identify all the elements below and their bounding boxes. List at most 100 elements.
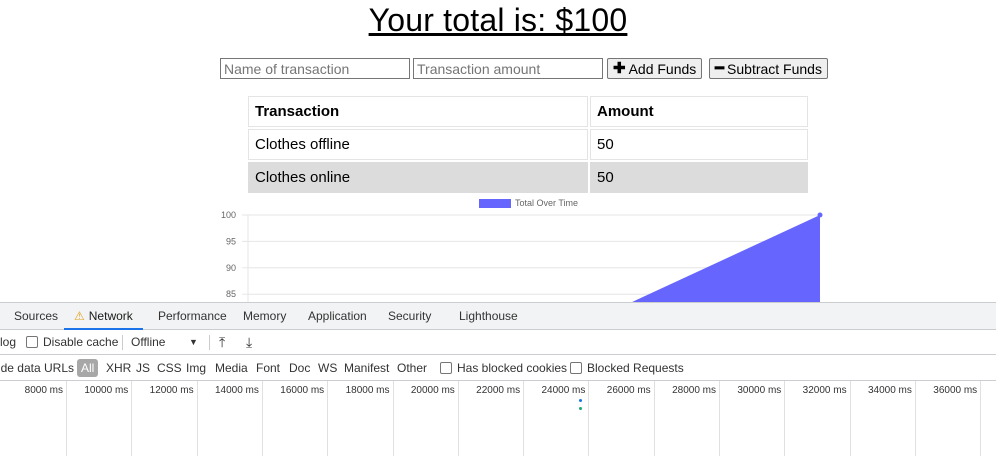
timeline-tick — [980, 381, 982, 456]
add-funds-button[interactable]: ✚ Add Funds — [607, 58, 703, 79]
table-header-row: Transaction Amount — [248, 96, 808, 127]
filter-font[interactable]: Font — [256, 356, 280, 381]
tab-network-label: Network — [88, 309, 133, 323]
timeline-tick-label: 22000 ms — [476, 385, 521, 396]
timeline-tick-label: 36000 ms — [933, 385, 978, 396]
plus-icon: ✚ — [613, 60, 626, 77]
transaction-amount-cell: 50 — [590, 129, 808, 160]
timeline-tick-label: 28000 ms — [672, 385, 716, 396]
minus-icon: ━ — [715, 60, 725, 77]
hide-data-urls-text: Hide data URLs — [0, 361, 74, 375]
subtract-funds-label: Subtract Funds — [727, 60, 822, 77]
timeline-tick-label: 30000 ms — [737, 385, 782, 396]
timeline-tick — [457, 381, 459, 456]
timeline-tick — [392, 381, 394, 456]
timeline-tick-label: 14000 ms — [214, 385, 259, 396]
timeline-tick — [914, 381, 916, 456]
filter-css[interactable]: CSS — [157, 356, 182, 381]
filter-media[interactable]: Media — [215, 356, 248, 381]
chevron-down-icon[interactable]: ▼ — [189, 330, 198, 355]
transaction-name-cell: Clothes online — [248, 162, 588, 193]
tab-security[interactable]: Security — [386, 303, 433, 330]
filter-img[interactable]: Img — [186, 356, 206, 381]
timeline-tick — [588, 381, 590, 456]
tab-performance[interactable]: Performance — [156, 303, 229, 330]
tab-memory[interactable]: Memory — [241, 303, 288, 330]
timeline-tick — [131, 381, 133, 456]
timeline-tick — [653, 381, 655, 456]
tab-application[interactable]: Application — [306, 303, 369, 330]
transaction-amount-input[interactable] — [413, 58, 603, 79]
filter-all[interactable]: All — [77, 359, 99, 377]
tab-sources[interactable]: Sources — [12, 303, 60, 330]
throttling-select[interactable]: Offline — [131, 330, 165, 355]
preserve-log-label: log — [0, 335, 17, 349]
devtools-tab-bar: Sources ⚠ Network Performance Memory Appl… — [0, 303, 996, 330]
filter-ws[interactable]: WS — [318, 356, 337, 381]
throttling-value: Offline — [131, 335, 166, 349]
chart-svg: Total Over Time 85 90 95 100 — [221, 198, 823, 303]
timeline-tick-label: 24000 ms — [541, 385, 586, 396]
blocked-requests-checkbox[interactable] — [570, 362, 582, 374]
timeline-tick — [784, 381, 786, 456]
request-marker — [579, 399, 582, 402]
column-header: Amount — [590, 96, 808, 127]
warning-icon: ⚠ — [74, 309, 85, 323]
timeline-tick-label: 32000 ms — [802, 385, 847, 396]
timeline-tick-label: 8000 ms — [24, 385, 63, 396]
timeline-tick-label: 18000 ms — [345, 385, 390, 396]
timeline-tick-label: 10000 ms — [84, 385, 129, 396]
table-row: Clothes online 50 — [248, 162, 808, 193]
timeline-tick — [719, 381, 720, 456]
disable-cache-checkbox[interactable] — [26, 336, 38, 348]
disable-cache-label: Disable cache — [43, 335, 119, 349]
toolbar-divider — [122, 335, 123, 350]
transaction-amount-cell: 50 — [590, 162, 808, 193]
network-toolbar: log Disable cache Offline ▼ ⤒ ⤓ — [0, 330, 996, 355]
column-header: Transaction — [248, 96, 588, 127]
timeline-tick-label: 26000 ms — [606, 385, 651, 396]
add-funds-label: Add Funds — [628, 60, 697, 77]
transactions-table: Transaction Amount Clothes offline 50 Cl… — [246, 94, 810, 195]
timeline-tick — [66, 381, 67, 456]
filter-xhr[interactable]: XHR — [106, 356, 131, 381]
network-filter-bar: Hide data URLs All XHR JS CSS Img Media … — [0, 355, 996, 381]
has-blocked-cookies-checkbox[interactable] — [440, 362, 452, 374]
table-row: Clothes offline 50 — [248, 129, 808, 160]
timeline-tick — [196, 381, 198, 456]
filter-manifest[interactable]: Manifest — [344, 356, 389, 381]
page-title: Your total is: $100 — [368, 2, 628, 38]
filter-other[interactable]: Other — [397, 356, 427, 381]
timeline-tick-label: 12000 ms — [149, 385, 194, 396]
transaction-name-cell: Clothes offline — [248, 129, 588, 160]
timeline-tick — [261, 381, 263, 456]
network-timeline-overview[interactable]: 8000 ms 10000 ms 12000 ms 14000 ms 16000 ms 1… — [0, 381, 996, 456]
y-tick-label: 90 — [226, 263, 236, 273]
has-blocked-cookies-label: Has blocked cookies — [457, 361, 568, 375]
total-over-time-chart: Total Over Time 85 90 95 100 — [200, 193, 840, 303]
y-tick-label: 85 — [226, 289, 236, 299]
timeline-tick-label: 20000 ms — [410, 385, 455, 396]
legend-swatch — [479, 199, 511, 208]
hide-data-urls-label[interactable]: Hide data URLs — [0, 356, 74, 381]
timeline-tick — [523, 381, 525, 456]
toolbar-divider — [209, 335, 210, 350]
request-marker — [579, 407, 582, 410]
y-tick-label: 100 — [221, 210, 236, 220]
timeline-tick — [849, 381, 851, 456]
tab-network[interactable]: ⚠ Network — [64, 303, 143, 330]
timeline-tick-label: 34000 ms — [867, 385, 912, 396]
series-area — [630, 215, 820, 303]
subtract-funds-button[interactable]: ━ Subtract Funds — [709, 58, 828, 79]
blocked-requests-label: Blocked Requests — [587, 361, 684, 375]
tab-lighthouse[interactable]: Lighthouse — [457, 303, 520, 330]
filter-js[interactable]: JS — [136, 356, 150, 381]
import-har-icon[interactable]: ⤒ — [219, 330, 225, 355]
y-tick-label: 95 — [226, 236, 236, 246]
transaction-name-input[interactable] — [220, 58, 410, 79]
devtools-panel: Sources ⚠ Network Performance Memory Appl… — [0, 302, 996, 456]
export-har-icon[interactable]: ⤓ — [246, 330, 252, 355]
filter-doc[interactable]: Doc — [289, 356, 310, 381]
timeline-tick-label: 16000 ms — [280, 385, 325, 396]
timeline-tick — [327, 381, 329, 456]
